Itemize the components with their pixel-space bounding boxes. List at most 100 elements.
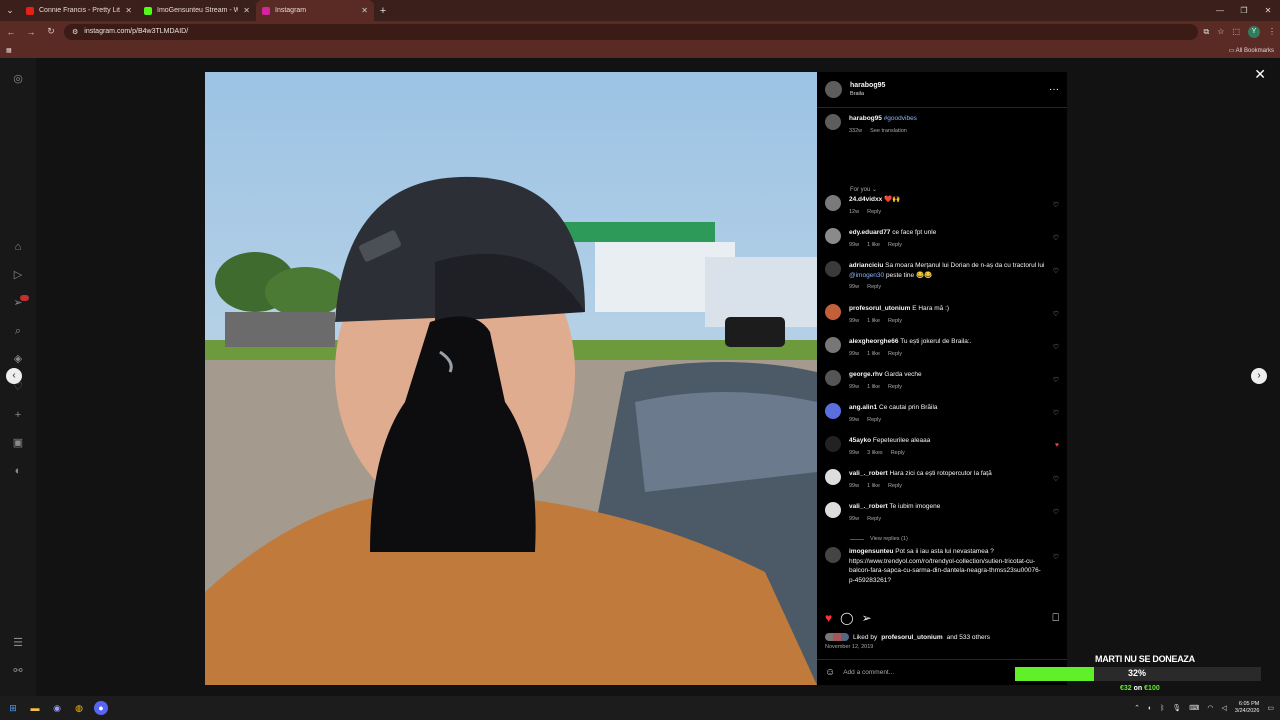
comment-reply[interactable]: Reply (888, 482, 902, 492)
bluetooth-icon[interactable]: ᛒ (1160, 705, 1164, 712)
comment-like-heart-icon[interactable]: ♡ (1053, 343, 1059, 351)
tab-search-chevron-icon[interactable]: ⌄ (0, 0, 20, 21)
tray-chevron-icon[interactable]: ⌃ (1134, 704, 1140, 712)
bookmark-star-icon[interactable]: ☆ (1217, 27, 1224, 36)
author-avatar[interactable] (825, 81, 842, 98)
comment-reply[interactable]: Reply (888, 241, 902, 251)
comment-reply[interactable]: Reply (888, 383, 902, 393)
comment-avatar[interactable] (825, 304, 841, 320)
comment-like-heart-icon[interactable]: ♡ (1053, 267, 1059, 275)
comment-username[interactable]: ang.alin1 (849, 404, 877, 411)
clock[interactable]: 6:05 PM 3/24/2026 (1235, 701, 1259, 715)
browser-tab-instagram[interactable]: Instagram ✕ (256, 0, 374, 21)
comment-username[interactable]: imogensunteu (849, 548, 893, 555)
comment-like-heart-icon[interactable]: ♡ (1053, 409, 1059, 417)
comment-avatar[interactable] (825, 547, 841, 563)
comment-avatar[interactable] (825, 502, 841, 518)
caption-author-avatar[interactable] (825, 114, 841, 130)
comment-likes[interactable]: 3 likes (867, 449, 883, 459)
comment-username[interactable]: 24.d4vidxx (849, 196, 882, 203)
comment-like-heart-icon[interactable]: ♡ (1053, 376, 1059, 384)
caption-hashtag[interactable]: #goodvibes (884, 115, 917, 122)
comment-username[interactable]: 45ayko (849, 437, 871, 444)
create-icon[interactable]: + (11, 408, 25, 422)
comment-reply[interactable]: Reply (867, 416, 881, 426)
comment-username[interactable]: george.rhv (849, 371, 883, 378)
comment-like-heart-icon[interactable]: ♡ (1053, 553, 1059, 561)
comment-reply[interactable]: Reply (867, 283, 881, 293)
next-post-arrow-icon[interactable]: › (1251, 368, 1267, 384)
comment-mention[interactable]: @imogen30 (849, 272, 884, 279)
all-bookmarks-button[interactable]: ▭ All Bookmarks (1229, 47, 1274, 54)
close-tab-icon[interactable]: ✕ (361, 6, 368, 15)
comment-reply[interactable]: Reply (888, 350, 902, 360)
reload-icon[interactable]: ↻ (44, 26, 58, 37)
forward-icon[interactable]: → (24, 27, 38, 37)
comment-likes[interactable]: 1 like (867, 482, 880, 492)
url-field[interactable]: ⚙ instagram.com/p/B4w3TLMDAID/ (64, 23, 1198, 40)
comment-username[interactable]: edy.eduard77 (849, 229, 890, 236)
comment-avatar[interactable] (825, 436, 841, 452)
obs-icon[interactable]: ◉ (50, 701, 64, 715)
comment-like-heart-icon[interactable]: ♡ (1053, 508, 1059, 516)
comment-icon[interactable]: ◯ (840, 611, 853, 625)
comment-likes[interactable]: 1 like (867, 350, 880, 360)
comment-username[interactable]: vali_._robert (849, 470, 888, 477)
profile-icon[interactable]: ◐ (11, 464, 25, 478)
file-explorer-icon[interactable]: ▬ (28, 701, 42, 715)
meta-apps-icon[interactable]: ⚯ (11, 664, 25, 678)
add-comment-input[interactable]: Add a comment... (843, 669, 894, 676)
steam-icon[interactable]: ◐ (1148, 705, 1152, 712)
profile-avatar[interactable]: Y (1248, 25, 1260, 38)
maximize-icon[interactable]: ❐ (1232, 0, 1256, 21)
close-window-icon[interactable]: ✕ (1256, 0, 1280, 21)
liked-by-others[interactable]: and 533 others (947, 634, 990, 641)
caption-username[interactable]: harabog95 (849, 115, 882, 122)
liked-by-user[interactable]: profesorul_utonium (881, 634, 942, 641)
comment-avatar[interactable] (825, 337, 841, 353)
comment-avatar[interactable] (825, 469, 841, 485)
emoji-icon[interactable]: ☺ (825, 667, 835, 678)
comment-avatar[interactable] (825, 403, 841, 419)
notifications-icon[interactable]: ▭ (1267, 704, 1274, 712)
microphone-icon[interactable]: 🎙 (1172, 704, 1181, 712)
comment-likes[interactable]: 1 like (867, 317, 880, 327)
comment-avatar[interactable] (825, 370, 841, 386)
install-app-icon[interactable]: ⧉ (1204, 27, 1210, 37)
comment-like-heart-icon[interactable]: ♥ (1055, 442, 1059, 449)
comment-reply[interactable]: Reply (891, 449, 905, 459)
apps-grid-icon[interactable]: ▦ (6, 47, 12, 54)
share-icon[interactable]: ➢ (862, 611, 872, 625)
browser-menu-icon[interactable]: ⋮ (1268, 27, 1276, 36)
for-you-sort[interactable]: For you ⌄ (850, 186, 877, 193)
browser-tab-kick[interactable]: ImoGensunteu Stream - Watch ✕ (138, 0, 256, 21)
explore-icon[interactable]: ◈ (11, 352, 25, 366)
save-bookmark-icon[interactable]: ⎕ (1052, 612, 1059, 625)
home-icon[interactable]: ⌂ (11, 240, 25, 254)
view-replies-link[interactable]: View replies (1) (850, 536, 908, 542)
comment-like-heart-icon[interactable]: ♡ (1053, 234, 1059, 242)
comment-likes[interactable]: 1 like (867, 383, 880, 393)
close-modal-icon[interactable]: ✕ (1254, 66, 1266, 83)
comment-like-heart-icon[interactable]: ♡ (1053, 475, 1059, 483)
post-location[interactable]: Braila (850, 91, 885, 97)
comments-list[interactable]: harabog95 #goodvibes 332w See translation… (817, 110, 1067, 586)
comment-like-heart-icon[interactable]: ♡ (1053, 201, 1059, 209)
comment-username[interactable]: profesorul_utonium (849, 305, 910, 312)
see-translation-link[interactable]: See translation (870, 127, 907, 137)
post-date[interactable]: November 12, 2019 (825, 644, 873, 650)
comment-avatar[interactable] (825, 228, 841, 244)
comment-username[interactable]: vali_._robert (849, 503, 888, 510)
site-info-icon[interactable]: ⚙ (72, 28, 78, 36)
reels-icon[interactable]: ▷ (11, 268, 25, 282)
comment-like-heart-icon[interactable]: ♡ (1053, 310, 1059, 318)
comment-likes[interactable]: 1 like (867, 241, 880, 251)
back-icon[interactable]: ← (4, 27, 18, 37)
language-icon[interactable]: ⌨ (1189, 704, 1199, 712)
close-tab-icon[interactable]: ✕ (243, 6, 250, 15)
comment-username[interactable]: adrianciciu (849, 262, 883, 269)
chrome-icon[interactable]: ◍ (72, 701, 86, 715)
menu-icon[interactable]: ☰ (11, 636, 25, 650)
comment-avatar[interactable] (825, 261, 841, 277)
comment-reply[interactable]: Reply (867, 208, 881, 218)
